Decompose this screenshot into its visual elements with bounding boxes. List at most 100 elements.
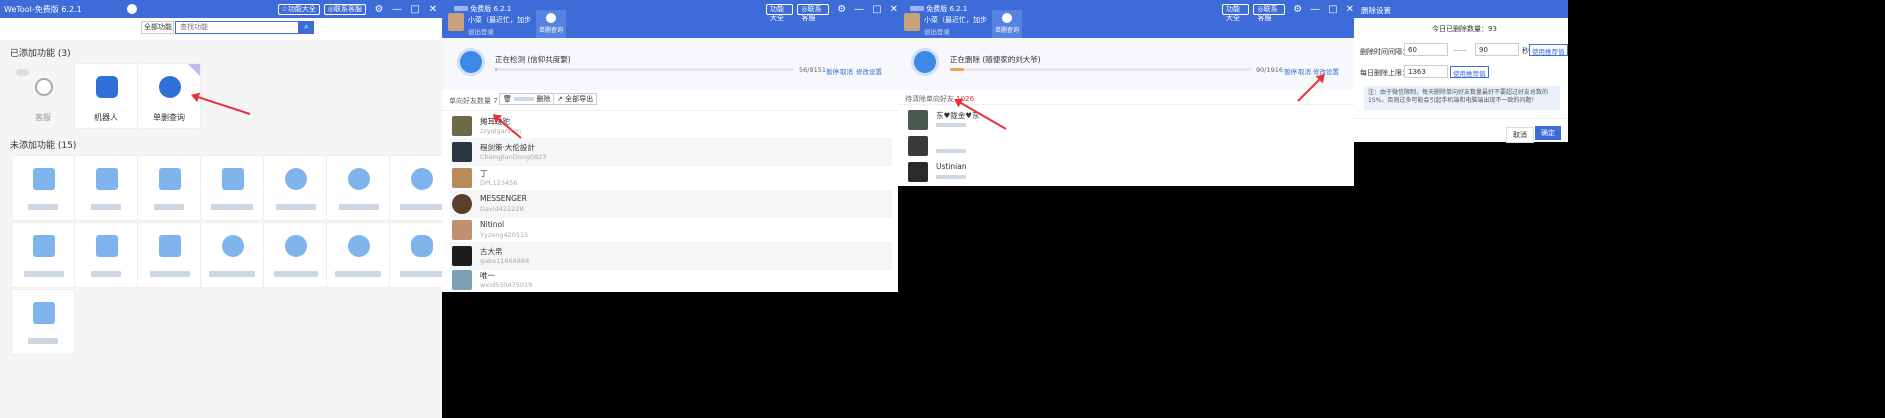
tab-label: 单删查询 bbox=[994, 27, 1019, 34]
tile-unadded[interactable] bbox=[263, 155, 327, 221]
settings-icon[interactable]: ⚙ bbox=[374, 4, 384, 15]
friend-id: Yyzeng420115 bbox=[480, 231, 529, 239]
mail-icon bbox=[33, 235, 55, 257]
progress-text: 56/9151 bbox=[799, 66, 827, 74]
interval-min-input[interactable]: 60 bbox=[1404, 43, 1448, 56]
modify-settings-link[interactable]: 修改设置 bbox=[856, 66, 882, 76]
list-divider bbox=[442, 110, 898, 111]
friend-id: DPL123456 bbox=[480, 179, 518, 187]
daily-limit-label: 每日删除上限： bbox=[1360, 69, 1409, 77]
interval-dash: —— bbox=[1453, 46, 1467, 54]
maximize-icon[interactable]: □ bbox=[1328, 4, 1337, 15]
friend-name: MESSENGER bbox=[480, 194, 527, 203]
list-item[interactable]: 唯一 wxid530475019 bbox=[450, 266, 892, 294]
tile-unadded[interactable] bbox=[11, 155, 75, 221]
export-all-button[interactable]: ↗ 全部导出 bbox=[553, 93, 598, 105]
toggle-switch[interactable] bbox=[16, 69, 29, 76]
search-button[interactable]: ⌕ bbox=[299, 21, 314, 34]
minimize-icon[interactable]: — bbox=[392, 4, 402, 15]
tab-label: 单删查询 bbox=[538, 27, 563, 34]
friend-id: ChengJianDong0823 bbox=[480, 153, 547, 161]
list-item[interactable]: MESSENGER David422228 bbox=[450, 190, 892, 218]
chat-icon bbox=[222, 168, 244, 190]
tile-unadded[interactable] bbox=[263, 222, 327, 288]
pause-link[interactable]: 暂停 bbox=[1284, 66, 1297, 76]
all-functions-button[interactable]: ☆功能大全 bbox=[277, 3, 320, 15]
maximize-icon[interactable]: □ bbox=[872, 4, 881, 15]
all-functions-button[interactable]: 功能大全 bbox=[1222, 4, 1250, 22]
minimize-icon[interactable]: — bbox=[854, 4, 864, 15]
cancel-link[interactable]: 取消 bbox=[1298, 66, 1311, 76]
avatar bbox=[452, 116, 472, 136]
logout-link[interactable]: 退出登录 bbox=[924, 26, 950, 36]
search-input[interactable] bbox=[175, 21, 299, 34]
delete-settings-dialog: 删除设置 今日已删除数量：93 删除时间间隔： 60 —— 90 秒 使用推荐值… bbox=[1354, 0, 1568, 143]
list-item[interactable]: Nitinol Yyzeng420115 bbox=[450, 216, 892, 244]
delete-all-button[interactable]: 🗑 删除 bbox=[499, 93, 555, 105]
status-text: 正在检测 (信仰共度繁) bbox=[495, 55, 571, 64]
settings-icon[interactable]: ⚙ bbox=[1293, 4, 1302, 15]
today-deleted: 今日已删除数量：93 bbox=[1432, 25, 1497, 33]
tile-unadded[interactable] bbox=[200, 155, 264, 221]
filter-select[interactable]: 全部功能 bbox=[141, 21, 174, 34]
unadded-title: 未添加功能 (15) bbox=[10, 141, 77, 151]
contact-service-button[interactable]: ◎联系客服 bbox=[323, 3, 366, 15]
all-functions-button[interactable]: 功能大全 bbox=[766, 4, 794, 22]
clipboard-x-icon bbox=[96, 168, 118, 190]
tile-unadded[interactable] bbox=[137, 222, 201, 288]
list-item[interactable]: Ustinian bbox=[906, 158, 1348, 186]
list-item[interactable] bbox=[906, 132, 1348, 160]
window-title: 免费版 6.2.1 bbox=[454, 4, 511, 14]
interval-max-input[interactable]: 90 bbox=[1475, 43, 1519, 56]
interval-recommend-button[interactable]: 使用推荐值 bbox=[1529, 44, 1568, 56]
added-title: 已添加功能 (3) bbox=[10, 49, 71, 59]
tile-unadded[interactable] bbox=[74, 155, 138, 221]
ok-button[interactable]: 确定 bbox=[1535, 126, 1561, 140]
logout-link[interactable]: 退出登录 bbox=[468, 26, 494, 36]
close-icon[interactable]: ✕ bbox=[428, 4, 438, 15]
cancel-button[interactable]: 取消 bbox=[1506, 127, 1534, 143]
tile-robot[interactable]: 机器人 bbox=[74, 63, 138, 129]
pie-chart-icon bbox=[348, 235, 370, 257]
avatar bbox=[452, 168, 472, 188]
maximize-icon[interactable]: □ bbox=[410, 4, 420, 15]
close-icon[interactable]: ✕ bbox=[890, 4, 898, 15]
pause-link[interactable]: 暂停 bbox=[826, 66, 839, 76]
tile-kefu[interactable]: 客服 bbox=[11, 63, 75, 129]
user-settings-icon bbox=[285, 168, 307, 190]
avatar bbox=[904, 13, 920, 31]
contact-service-button[interactable]: ◎联系客服 bbox=[1253, 4, 1286, 22]
interval-unit: 秒 bbox=[1522, 47, 1529, 55]
cancel-link[interactable]: 取消 bbox=[840, 66, 853, 76]
tile-unadded[interactable] bbox=[11, 222, 75, 288]
minimize-icon[interactable]: — bbox=[1310, 4, 1320, 15]
tile-unadded[interactable] bbox=[326, 155, 390, 221]
tile-unadded[interactable] bbox=[326, 222, 390, 288]
spinner-icon bbox=[457, 48, 485, 76]
tile-unadded[interactable] bbox=[74, 222, 138, 288]
tab-single-delete[interactable]: 单删查询 bbox=[536, 10, 566, 38]
friend-name: 古大帛 bbox=[480, 247, 503, 256]
panel-functions: WeTool-免费版 6.2.1 ☆功能大全 ◎联系客服 ⚙ — □ ✕ 全部功… bbox=[0, 0, 453, 418]
settings-icon[interactable]: ⚙ bbox=[837, 4, 846, 15]
friend-name: Nitinol bbox=[480, 220, 505, 229]
magnifier-icon bbox=[348, 168, 370, 190]
panel-delete: 小菜（最近忙，加步 退出登录 免费版 6.2.1 单删查询 功能大全 ◎联系客服… bbox=[898, 0, 1354, 186]
daily-recommend-button[interactable]: 使用推荐值 bbox=[1450, 66, 1489, 78]
close-icon[interactable]: ✕ bbox=[1346, 4, 1354, 15]
card-icon bbox=[33, 168, 55, 190]
status-text: 正在删除 (随便家的刘大爷) bbox=[950, 55, 1041, 64]
avatar bbox=[908, 136, 928, 156]
tile-unadded[interactable] bbox=[200, 222, 264, 288]
contact-service-button[interactable]: ◎联系客服 bbox=[797, 4, 830, 22]
daily-limit-input[interactable]: 1363 bbox=[1404, 65, 1448, 78]
tab-single-delete[interactable]: 单删查询 bbox=[992, 10, 1022, 38]
tile-unadded[interactable] bbox=[11, 289, 75, 355]
user-add-icon bbox=[285, 235, 307, 257]
heart-icon bbox=[411, 168, 433, 190]
tile-unadded[interactable] bbox=[137, 155, 201, 221]
list-item[interactable]: 丁 DPL123456 bbox=[450, 164, 892, 192]
list-item[interactable]: 程剑策·大伦設計 ChengJianDong0823 bbox=[450, 138, 892, 166]
friends-count-label: 单向好友数量 7 bbox=[449, 97, 498, 105]
friend-id: wxid530475019 bbox=[480, 281, 533, 289]
